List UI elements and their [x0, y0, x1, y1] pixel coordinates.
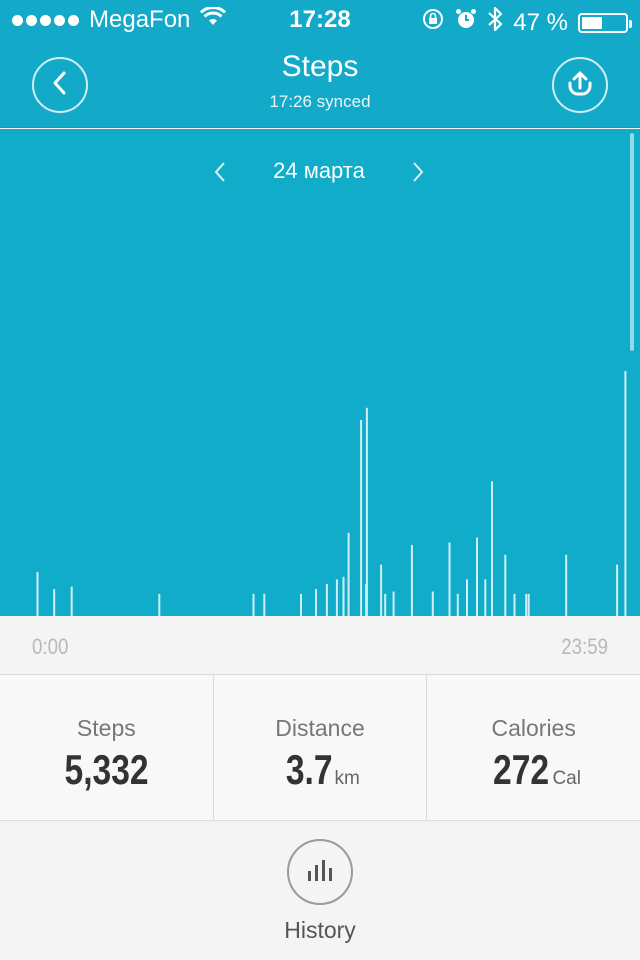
step-bar — [513, 593, 516, 616]
battery-icon — [578, 12, 632, 33]
step-bar — [565, 554, 568, 616]
nav-bar: Steps 17:26 synced — [0, 40, 640, 128]
step-bar — [525, 593, 528, 616]
step-bar — [624, 371, 627, 616]
history-button[interactable] — [287, 839, 353, 905]
step-bar — [380, 564, 383, 616]
step-bar — [252, 593, 255, 616]
next-day-button[interactable] — [406, 154, 430, 190]
step-bar — [347, 532, 350, 616]
stat-value: 3.7 — [285, 746, 333, 793]
step-bar — [491, 481, 493, 616]
stat-value: 5,332 — [64, 746, 149, 793]
date-selector: 24 марта — [0, 154, 640, 190]
step-bar — [342, 576, 345, 616]
chevron-right-icon — [413, 162, 424, 182]
stat-unit: Cal — [552, 768, 581, 789]
step-bar — [360, 420, 363, 616]
upload-icon — [565, 68, 595, 103]
step-bar — [53, 589, 56, 616]
step-bar — [70, 586, 73, 616]
step-bar — [456, 593, 459, 616]
step-bar — [263, 593, 266, 616]
step-bar — [476, 537, 478, 616]
rotation-lock-icon — [421, 7, 445, 38]
stat-label: Steps — [76, 715, 136, 741]
step-bar — [325, 584, 328, 616]
step-bar — [431, 591, 434, 616]
steps-chart[interactable]: 24 марта — [0, 129, 640, 616]
step-bar — [410, 544, 413, 616]
step-bar — [335, 579, 338, 616]
axis-end-label: 23:59 — [561, 634, 608, 659]
distance-stat: Distance 3.7km — [214, 675, 428, 820]
step-bar — [527, 593, 530, 616]
stat-unit: km — [334, 768, 360, 789]
page-title: Steps — [281, 50, 359, 83]
stat-label: Distance — [275, 715, 365, 741]
step-bar — [300, 593, 302, 616]
status-right: 47 % — [421, 6, 632, 39]
history-label[interactable]: History — [0, 917, 640, 944]
alarm-icon — [455, 7, 477, 38]
status-bar: MegaFon 17:28 47 % — [0, 0, 640, 40]
steps-bars — [36, 371, 627, 616]
step-bar — [315, 589, 317, 616]
stats-panel: Steps 5,332 Distance 3.7km Calories 272 C… — [0, 674, 640, 821]
step-bar — [384, 593, 387, 616]
steps-stat: Steps 5,332 — [0, 675, 214, 820]
battery-percent: 47 % — [513, 8, 568, 36]
step-bar — [466, 579, 468, 616]
axis-start-label: 0:00 — [32, 634, 69, 659]
step-bar — [616, 564, 619, 616]
upload-button[interactable] — [552, 57, 608, 113]
step-bar — [504, 554, 507, 616]
step-bar — [36, 571, 39, 616]
stat-label: Calories — [491, 715, 576, 741]
calories-stat: Calories 272 Cal — [427, 675, 640, 820]
current-date: 24 марта — [273, 158, 365, 183]
history-section: History — [0, 821, 640, 960]
time-axis: 0:00 23:59 — [0, 616, 640, 674]
step-bar — [484, 579, 487, 616]
step-bar — [158, 593, 161, 616]
step-bar — [365, 407, 368, 616]
stat-value: 272 — [493, 746, 550, 793]
battery-fill — [582, 16, 602, 29]
sync-status: 17:26 synced — [269, 92, 371, 111]
step-bar — [448, 542, 451, 616]
bar-chart-icon — [305, 857, 335, 888]
bluetooth-icon — [487, 6, 503, 39]
step-bar — [392, 591, 395, 616]
